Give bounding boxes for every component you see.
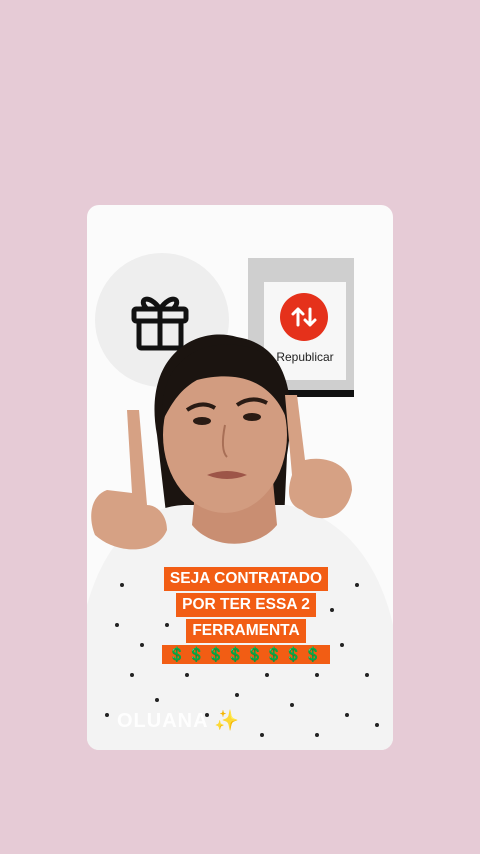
money-emoji-line: 💲💲💲💲💲💲💲💲	[162, 645, 330, 664]
caption-line-3: FERRAMENTA	[186, 619, 306, 643]
caption-line-1: SEJA CONTRATADO	[163, 567, 329, 591]
caption-overlay: SEJA CONTRATADO POR TER ESSA 2 FERRAMENT…	[155, 567, 337, 664]
sparkle-icon: ✨	[214, 710, 241, 732]
caption-line-2: POR TER ESSA 2	[176, 593, 316, 617]
watermark-text: OLUANA	[117, 710, 208, 732]
creator-watermark: OLUANA ✨	[117, 708, 240, 733]
person-image	[87, 334, 393, 750]
video-card[interactable]: Republicar SEJA CONTRATADO POR TER ESSA …	[87, 205, 393, 750]
